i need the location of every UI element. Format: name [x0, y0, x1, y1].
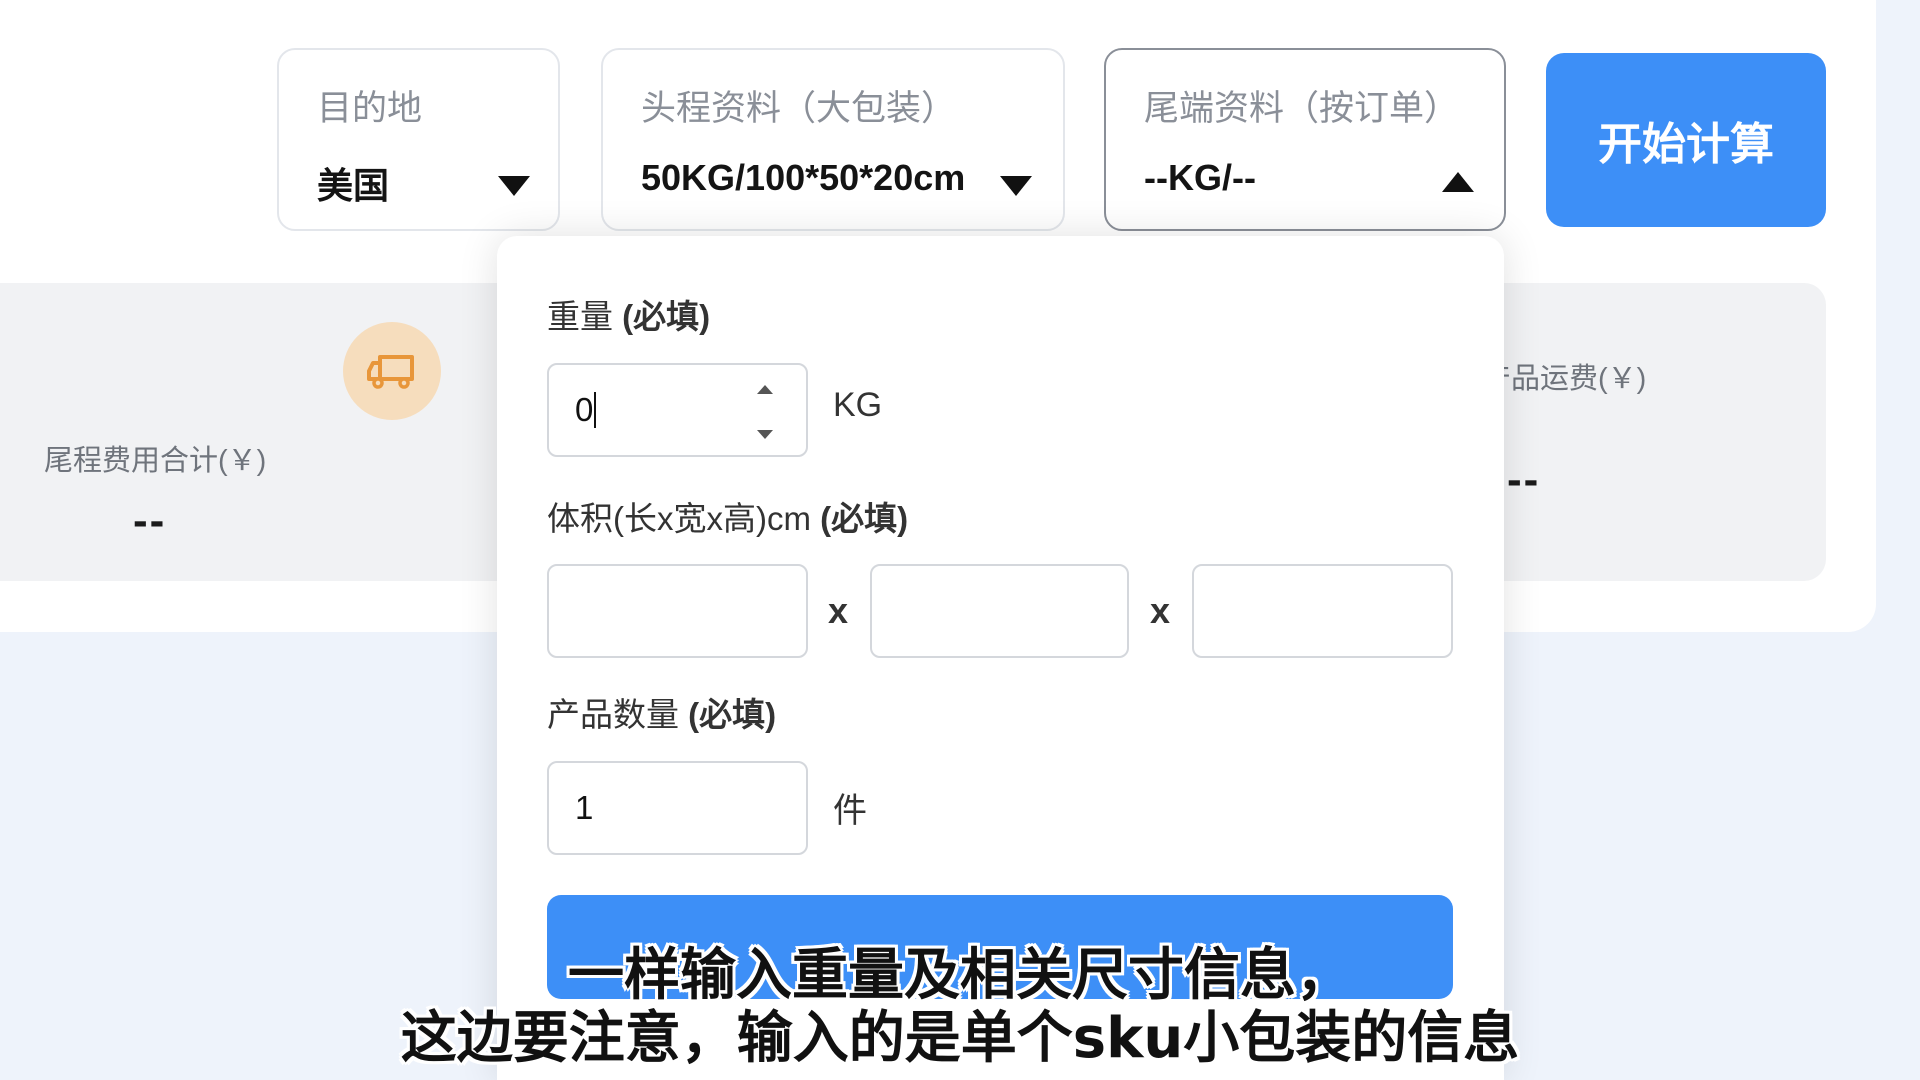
weight-field-label: 重量 (必填) — [547, 290, 710, 338]
start-calculation-button[interactable]: 开始计算 — [1546, 53, 1826, 227]
first-leg-selector[interactable]: 头程资料（大包装） 50KG/100*50*20cm — [601, 48, 1065, 231]
quantity-unit: 件 — [833, 792, 867, 830]
weight-label: 重量 — [547, 298, 613, 335]
volume-field-label: 体积(长x宽x高)cm (必填) — [547, 492, 908, 540]
product-freight-label-clip: 产品运费(￥) — [1504, 355, 1704, 399]
volume-required-tag: (必填) — [820, 500, 909, 537]
first-leg-value: 50KG/100*50*20cm — [641, 157, 966, 198]
subtitle-line-2: 这边要注意，输入的是单个sku小包装的信息 — [400, 1006, 1520, 1071]
text-cursor — [594, 392, 597, 428]
destination-value: 美国 — [317, 165, 390, 206]
first-leg-label: 头程资料（大包装） — [641, 89, 957, 128]
volume-label: 体积(长x宽x高)cm — [547, 500, 811, 537]
last-leg-label: 尾端资料（按订单） — [1144, 89, 1460, 128]
volume-height-input[interactable] — [1192, 564, 1453, 658]
quantity-input[interactable]: 1 — [547, 761, 808, 855]
chevron-up-icon — [1442, 172, 1474, 192]
product-freight-value-clip: -- — [1504, 455, 1604, 515]
destination-label: 目的地 — [317, 89, 423, 128]
weight-required-tag: (必填) — [622, 298, 711, 335]
last-leg-selector[interactable]: 尾端资料（按订单） --KG/-- — [1104, 48, 1506, 231]
truck-icon — [343, 322, 441, 420]
truck-icon-glyph — [367, 355, 414, 389]
times-symbol: x — [828, 590, 849, 631]
product-freight-value: -- — [1507, 455, 1541, 504]
weight-value: 0 — [575, 391, 594, 428]
quantity-field-label: 产品数量 (必填) — [547, 688, 776, 736]
volume-width-input[interactable] — [870, 564, 1129, 658]
weight-stepper[interactable] — [746, 385, 784, 439]
product-freight-label: 产品运费(￥) — [1504, 363, 1647, 395]
tail-total-label: 尾程费用合计(￥) — [44, 445, 267, 477]
quantity-label: 产品数量 — [547, 696, 679, 733]
chevron-down-icon — [498, 176, 530, 196]
weight-unit: KG — [833, 386, 883, 424]
volume-length-input[interactable] — [547, 564, 808, 658]
chevron-down-icon — [1000, 176, 1032, 196]
destination-selector[interactable]: 目的地 美国 — [277, 48, 560, 231]
weight-input[interactable]: 0 — [547, 363, 808, 457]
times-symbol: x — [1150, 590, 1171, 631]
tail-total-value: -- — [133, 496, 167, 545]
last-leg-value: --KG/-- — [1144, 157, 1256, 198]
quantity-required-tag: (必填) — [688, 696, 777, 733]
stepper-up-icon[interactable] — [757, 385, 773, 394]
stepper-down-icon[interactable] — [757, 430, 773, 439]
